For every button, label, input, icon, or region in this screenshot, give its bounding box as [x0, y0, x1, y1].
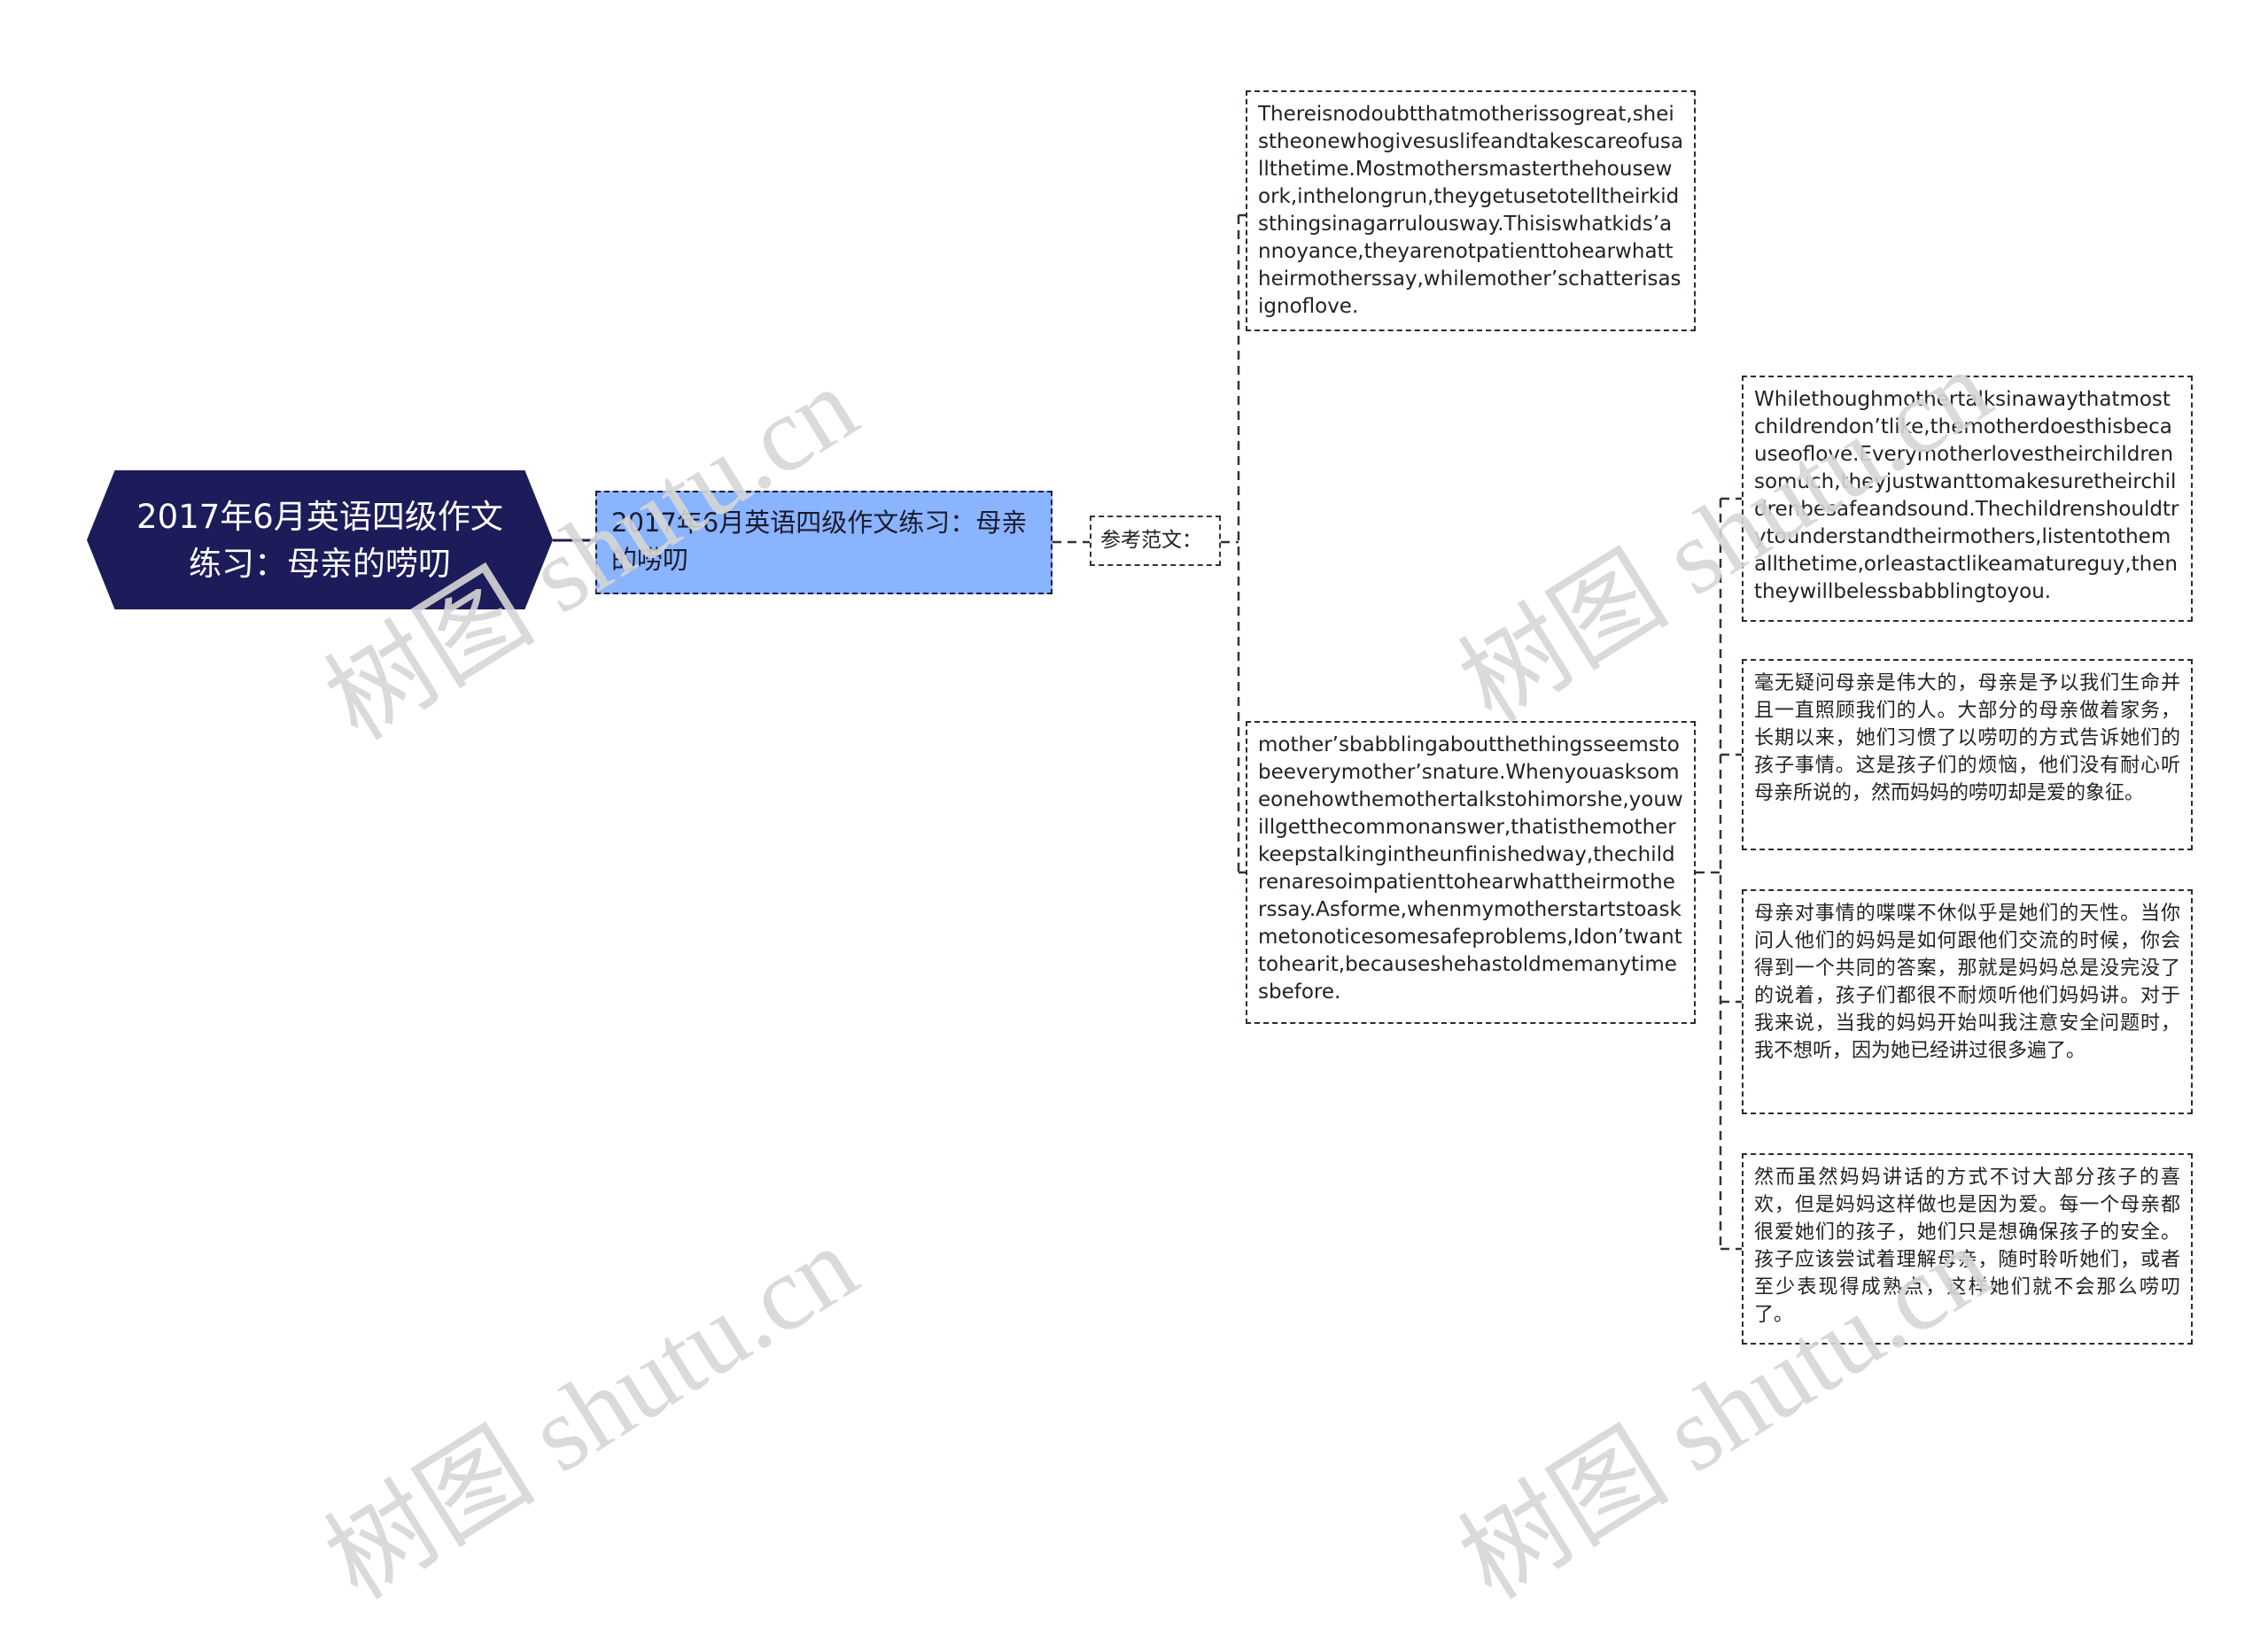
leaf-node-english-paragraph-1[interactable]: Thereisnodoubtthatmotherissogreat,sheist… — [1246, 90, 1696, 331]
leaf-text: mother’sbabblingaboutthethingsseemstobee… — [1258, 733, 1683, 1004]
leaf-node-english-paragraph-3[interactable]: Whilethoughmothertalksinawaythatmostchil… — [1742, 376, 2193, 622]
leaf-text: Thereisnodoubtthatmotherissogreat,sheist… — [1258, 103, 1683, 318]
topic-node[interactable]: 2017年6月英语四级作文练习：母亲的唠叨 — [595, 491, 1052, 594]
leaf-node-chinese-paragraph-2[interactable]: 母亲对事情的喋喋不休似乎是她们的天性。当你问人他们的妈妈是如何跟他们交流的时候，… — [1742, 889, 2193, 1114]
leaf-text: 母亲对事情的喋喋不休似乎是她们的天性。当你问人他们的妈妈是如何跟他们交流的时候，… — [1754, 903, 2180, 1062]
leaf-node-english-paragraph-2[interactable]: mother’sbabblingaboutthethingsseemstobee… — [1246, 721, 1696, 1024]
root-node[interactable]: 2017年6月英语四级作文练习：母亲的唠叨 — [87, 470, 553, 609]
subtopic-node-reference-essay[interactable]: 参考范文： — [1090, 516, 1221, 566]
root-title: 2017年6月英语四级作文练习：母亲的唠叨 — [136, 497, 503, 583]
mindmap-canvas: 2017年6月英语四级作文练习：母亲的唠叨 2017年6月英语四级作文练习：母亲… — [0, 0, 2268, 1621]
leaf-text: 然而虽然妈妈讲话的方式不讨大部分孩子的喜欢，但是妈妈这样做也是因为爱。每一个母亲… — [1754, 1167, 2180, 1326]
leaf-node-chinese-paragraph-3[interactable]: 然而虽然妈妈讲话的方式不讨大部分孩子的喜欢，但是妈妈这样做也是因为爱。每一个母亲… — [1742, 1153, 2193, 1345]
subtopic-label: 参考范文： — [1100, 529, 1202, 552]
leaf-text: 毫无疑问母亲是伟大的，母亲是予以我们生命并且一直照顾我们的人。大部分的母亲做着家… — [1754, 672, 2180, 804]
leaf-node-chinese-paragraph-1[interactable]: 毫无疑问母亲是伟大的，母亲是予以我们生命并且一直照顾我们的人。大部分的母亲做着家… — [1742, 659, 2193, 850]
leaf-text: Whilethoughmothertalksinawaythatmostchil… — [1754, 388, 2179, 603]
topic-title: 2017年6月英语四级作文练习：母亲的唠叨 — [611, 508, 1028, 575]
